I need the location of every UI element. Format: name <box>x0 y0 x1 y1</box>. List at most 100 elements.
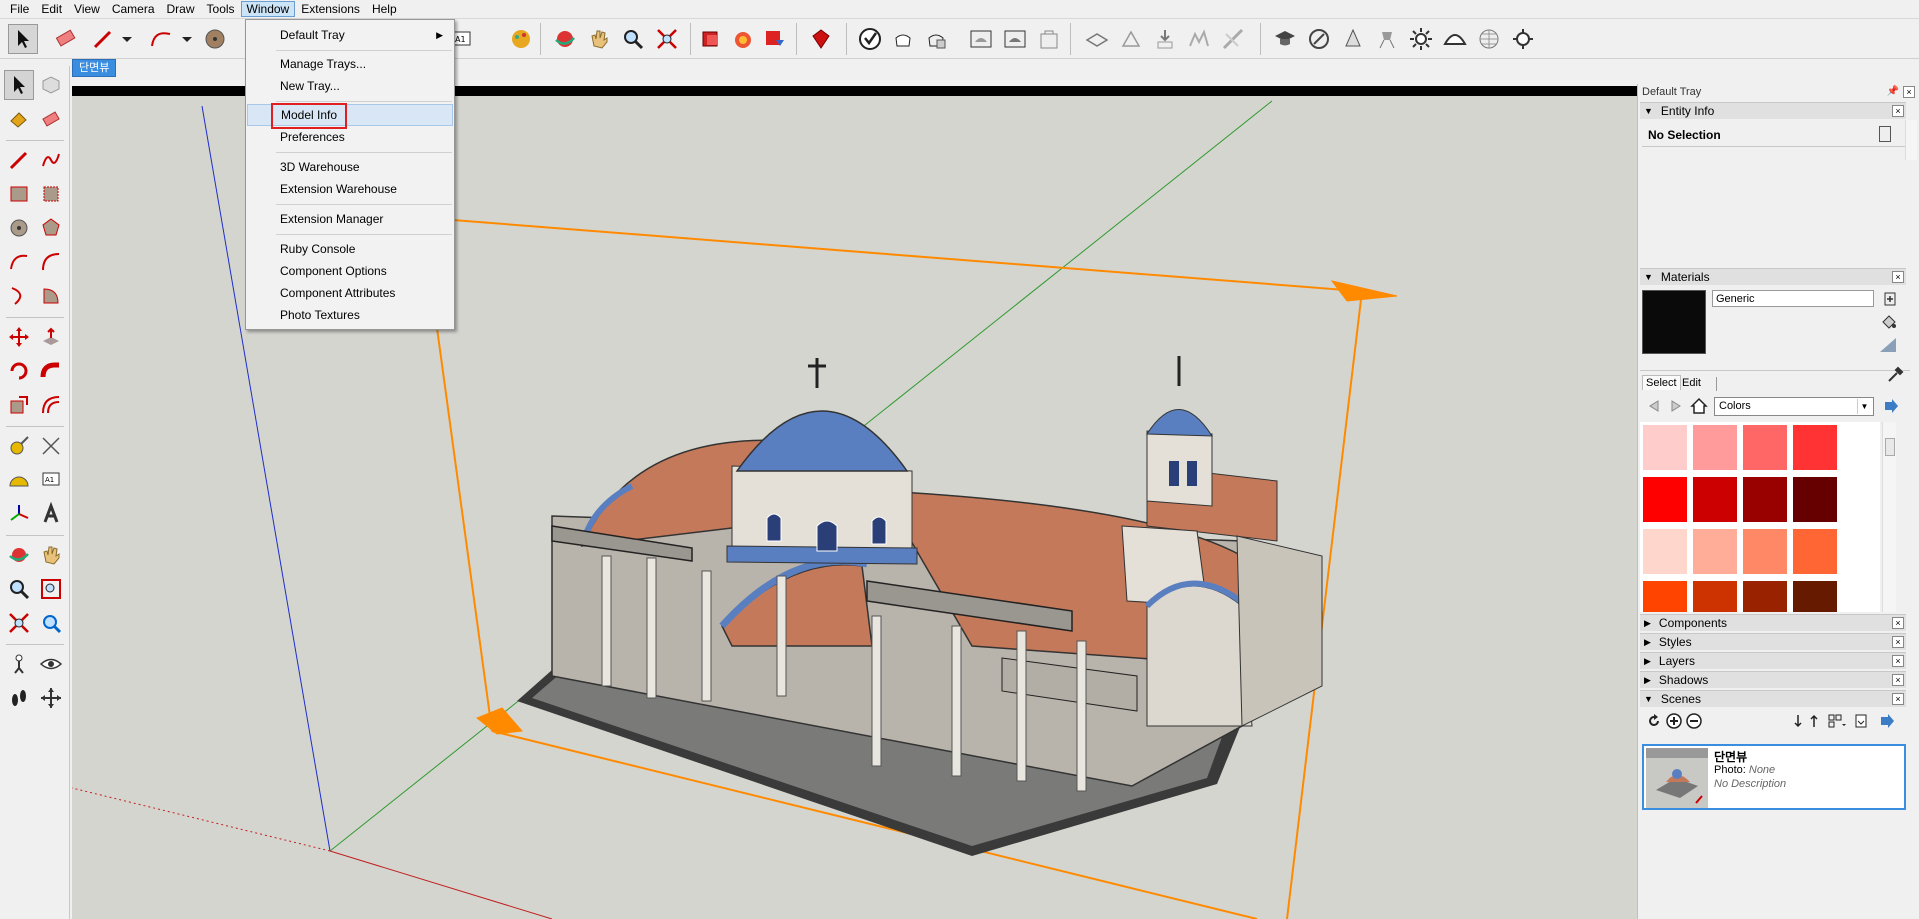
freehand-icon[interactable] <box>36 145 66 175</box>
menu-item-photo-textures[interactable]: Photo Textures <box>247 304 453 326</box>
materials-header[interactable]: ▼ Materials × <box>1640 268 1906 285</box>
position-camera-icon[interactable] <box>4 649 34 679</box>
display-section-cuts-icon[interactable] <box>1150 24 1180 54</box>
text-tool-icon[interactable]: A1 <box>36 465 66 495</box>
styles-header[interactable]: ▶ Styles × <box>1640 633 1906 650</box>
menu-file[interactable]: File <box>4 1 35 17</box>
settings-gear-icon[interactable] <box>1508 24 1538 54</box>
close-icon[interactable]: × <box>1892 655 1904 667</box>
tape-measure-icon[interactable] <box>4 431 34 461</box>
close-icon[interactable]: × <box>1892 105 1904 117</box>
close-icon[interactable]: × <box>1892 271 1904 283</box>
two-point-arc-icon[interactable] <box>36 247 66 277</box>
swatch-scrollbar[interactable] <box>1882 422 1896 612</box>
menu-draw[interactable]: Draw <box>161 1 201 17</box>
section-plane-icon[interactable] <box>1082 24 1112 54</box>
section-plane-icon[interactable] <box>36 683 66 713</box>
rotated-rectangle-icon[interactable] <box>36 179 66 209</box>
orbit-icon[interactable] <box>4 540 34 570</box>
material-swatch[interactable] <box>1792 528 1838 575</box>
3d-text-icon[interactable] <box>36 499 66 529</box>
cone-icon[interactable] <box>1338 24 1368 54</box>
menu-item-extension-warehouse[interactable]: Extension Warehouse <box>247 178 453 200</box>
scenes-header[interactable]: ▼ Scenes × <box>1640 690 1906 707</box>
material-swatch[interactable] <box>1742 476 1788 523</box>
sandbox-icon[interactable] <box>1184 24 1214 54</box>
close-icon[interactable]: × <box>1903 86 1915 98</box>
view-options-icon[interactable] <box>1828 713 1846 729</box>
material-swatch[interactable] <box>1742 424 1788 471</box>
scale-icon[interactable] <box>4 390 34 420</box>
close-icon[interactable]: × <box>1892 617 1904 629</box>
menu-item-ruby-console[interactable]: Ruby Console <box>247 238 453 260</box>
previous-view-icon[interactable] <box>36 608 66 638</box>
select-tool-icon[interactable] <box>8 24 38 54</box>
rotate-icon[interactable] <box>4 356 34 386</box>
circle-tool-icon[interactable] <box>200 24 230 54</box>
menu-view[interactable]: View <box>68 1 106 17</box>
menu-item-manage-trays[interactable]: Manage Trays... <box>247 53 453 75</box>
details-arrow-icon[interactable] <box>1878 713 1896 729</box>
three-point-arc-icon[interactable] <box>4 281 34 311</box>
menu-help[interactable]: Help <box>366 1 403 17</box>
details-arrow-icon[interactable] <box>1882 397 1900 415</box>
menu-tools[interactable]: Tools <box>201 1 241 17</box>
menu-camera[interactable]: Camera <box>106 1 161 17</box>
material-swatch[interactable] <box>1792 580 1838 612</box>
walk-footprints-icon[interactable] <box>4 683 34 713</box>
make-component-icon[interactable] <box>36 70 66 100</box>
menu-item-component-options[interactable]: Component Options <box>247 260 453 282</box>
scrollbar-thumb[interactable] <box>1885 438 1895 456</box>
rectangle-icon[interactable] <box>4 179 34 209</box>
teapot-wireframe-icon[interactable] <box>888 24 918 54</box>
share-model-icon[interactable] <box>760 24 790 54</box>
entity-info-header[interactable]: ▼ Entity Info × <box>1640 102 1906 119</box>
material-swatch[interactable] <box>1692 528 1738 575</box>
material-swatch[interactable] <box>1642 580 1688 612</box>
pie-icon[interactable] <box>36 281 66 311</box>
tab-select[interactable]: Select <box>1642 375 1681 390</box>
menu-item-default-tray[interactable]: Default Tray ▶ <box>247 24 453 46</box>
material-swatch[interactable] <box>1642 424 1688 471</box>
sample-paint-icon[interactable] <box>1878 336 1898 354</box>
shaded-textures-icon[interactable] <box>1000 24 1030 54</box>
style-xray-icon[interactable] <box>855 24 885 54</box>
zoom-icon[interactable] <box>4 574 34 604</box>
tab-edit[interactable]: Edit <box>1682 377 1701 389</box>
menu-item-extension-manager[interactable]: Extension Manager <box>247 208 453 230</box>
toggle-details-icon[interactable] <box>1879 126 1891 142</box>
menu-item-3d-warehouse[interactable]: 3D Warehouse <box>247 156 453 178</box>
entity-info-scrollbar[interactable] <box>1905 120 1917 160</box>
teapot-hidden-icon[interactable] <box>921 24 951 54</box>
scene-item[interactable]: 단면뷰 Photo: None No Description <box>1642 744 1906 810</box>
look-around-icon[interactable] <box>36 649 66 679</box>
extension-warehouse-icon[interactable] <box>806 24 836 54</box>
axes-icon[interactable] <box>4 499 34 529</box>
protractor-icon[interactable] <box>4 465 34 495</box>
push-pull-icon[interactable] <box>36 322 66 352</box>
sun-icon[interactable] <box>1406 24 1436 54</box>
create-material-icon[interactable] <box>1883 290 1897 306</box>
paint-bucket-icon[interactable] <box>506 24 536 54</box>
select-tool-icon[interactable] <box>4 70 34 100</box>
move-icon[interactable] <box>4 322 34 352</box>
circle-tool-icon[interactable] <box>4 213 34 243</box>
menu-window[interactable]: Window <box>240 1 296 17</box>
spotlight-icon[interactable] <box>1372 24 1402 54</box>
material-swatch[interactable] <box>1692 476 1738 523</box>
material-swatch[interactable] <box>1642 476 1688 523</box>
add-scene-icon[interactable] <box>1666 713 1682 729</box>
forward-arrow-icon[interactable] <box>1668 398 1684 414</box>
chevron-down-icon[interactable] <box>172 24 202 54</box>
offset-icon[interactable] <box>36 390 66 420</box>
refresh-icon[interactable] <box>1646 713 1662 729</box>
material-name-input[interactable] <box>1712 290 1874 307</box>
remove-scene-icon[interactable] <box>1686 713 1702 729</box>
chevron-down-icon[interactable]: ▼ <box>1857 399 1871 414</box>
zoom-extents-icon[interactable] <box>4 608 34 638</box>
arc-icon[interactable] <box>4 247 34 277</box>
pan-hand-icon[interactable] <box>36 540 66 570</box>
material-swatch[interactable] <box>1642 528 1688 575</box>
display-section-planes-icon[interactable] <box>1116 24 1146 54</box>
zoom-icon[interactable] <box>618 24 648 54</box>
